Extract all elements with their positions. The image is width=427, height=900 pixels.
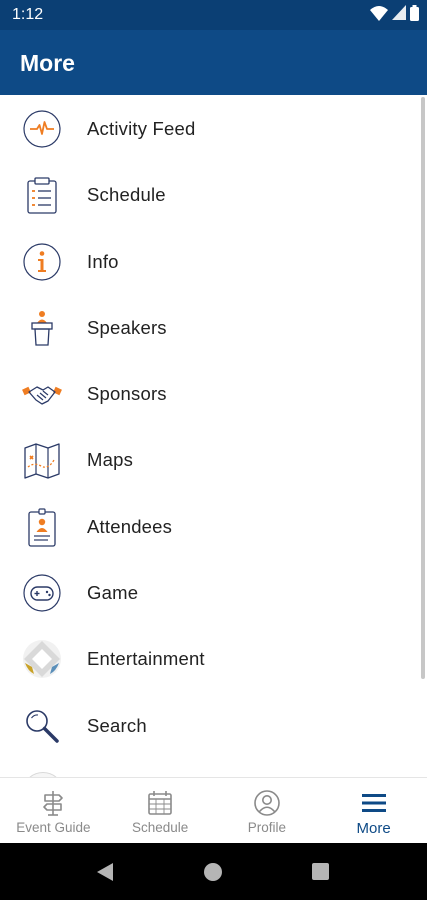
back-icon[interactable] xyxy=(97,863,113,881)
handshake-icon xyxy=(22,374,62,414)
hamburger-icon xyxy=(360,789,388,817)
profile-icon xyxy=(253,789,281,817)
entertainment-icon xyxy=(22,639,62,679)
menu-item-label: Game xyxy=(87,582,139,604)
app-bar: More xyxy=(0,30,427,95)
id-badge-icon xyxy=(22,507,62,547)
menu-item-label: Entertainment xyxy=(87,648,205,670)
signal-icon xyxy=(392,5,406,25)
tab-label: Schedule xyxy=(131,820,189,835)
calendar-icon xyxy=(146,789,174,817)
system-navigation-bar xyxy=(0,843,427,900)
gamepad-icon xyxy=(22,573,62,613)
menu-item-game[interactable]: Game xyxy=(0,559,427,625)
menu-item-schedule[interactable]: Schedule xyxy=(0,161,427,227)
podium-icon xyxy=(22,308,62,348)
battery-icon xyxy=(410,4,419,26)
scrollbar[interactable] xyxy=(421,97,425,679)
activity-icon xyxy=(22,109,62,149)
more-menu-list: Activity Feed Schedule Info Speakers Spo… xyxy=(0,95,427,777)
menu-item-label: Speakers xyxy=(87,316,167,338)
wifi-icon xyxy=(370,5,388,26)
status-icons xyxy=(370,4,419,26)
tab-profile[interactable]: Profile xyxy=(214,778,321,844)
clipboard-icon xyxy=(22,175,62,215)
status-bar: 1:12 xyxy=(0,0,427,30)
search-icon xyxy=(22,706,62,746)
signpost-icon xyxy=(39,789,67,817)
menu-item-label: Schedule xyxy=(87,184,166,206)
tab-more[interactable]: More xyxy=(320,778,427,844)
menu-item-label: Search xyxy=(87,714,147,736)
home-icon[interactable] xyxy=(204,863,222,881)
menu-item-label: Attendees xyxy=(87,515,173,537)
page-title: More xyxy=(20,50,75,76)
recents-icon[interactable] xyxy=(312,863,329,880)
menu-item-speakers[interactable]: Speakers xyxy=(0,294,427,360)
menu-item-maps[interactable]: Maps xyxy=(0,426,427,492)
info-icon xyxy=(22,242,62,282)
menu-item-label: Info xyxy=(87,250,119,272)
menu-item-attendees[interactable]: Attendees xyxy=(0,493,427,559)
tab-schedule[interactable]: Schedule xyxy=(107,778,214,844)
menu-item-entertainment[interactable]: Entertainment xyxy=(0,625,427,691)
menu-item-label: Activity Feed xyxy=(87,118,196,139)
bottom-navigation: Event Guide Schedule Profile More xyxy=(0,777,427,844)
menu-item-info[interactable]: Info xyxy=(0,228,427,294)
tab-label: More xyxy=(356,820,391,837)
menu-item-search[interactable]: Search xyxy=(0,692,427,758)
menu-item-label: Sponsors xyxy=(87,383,167,405)
map-icon xyxy=(22,440,62,480)
tab-label: Event Guide xyxy=(16,820,91,835)
tab-label: Profile xyxy=(247,820,286,835)
menu-item-activity-feed[interactable]: Activity Feed xyxy=(0,95,427,161)
tab-event-guide[interactable]: Event Guide xyxy=(0,778,107,844)
menu-item-sponsors[interactable]: Sponsors xyxy=(0,360,427,426)
status-time: 1:12 xyxy=(12,6,44,23)
menu-item-label: Maps xyxy=(87,449,134,471)
